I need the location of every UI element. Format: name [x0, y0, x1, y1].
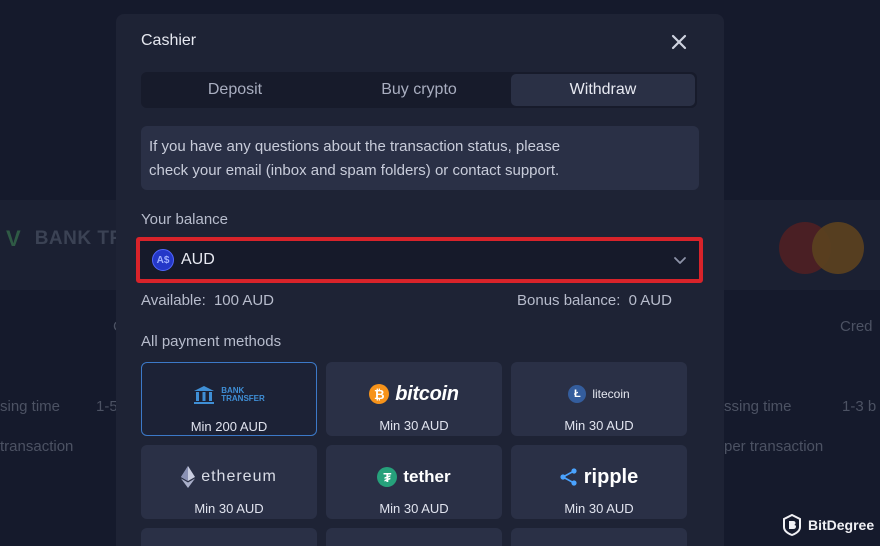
method-min-amount: Min 30 AUD: [379, 418, 449, 433]
method-min-amount: Min 30 AUD: [379, 501, 449, 516]
tether-logo: ₮ tether: [326, 459, 502, 495]
available-balance: Available: 100 AUD: [141, 292, 274, 309]
bitdegree-logo-icon: [783, 514, 801, 536]
currency-select-value: AUD: [181, 251, 215, 268]
ethereum-logo-text: ethereum: [201, 468, 277, 485]
method-min-amount: Min 200 AUD: [190, 419, 268, 434]
background-text: 1-5: [96, 398, 118, 415]
bank-transfer-logo: BANK TRANSFER: [142, 377, 316, 413]
cashier-modal: Cashier Deposit Buy crypto Withdraw If y…: [116, 14, 724, 546]
method-card-partial[interactable]: [141, 528, 317, 546]
tab-deposit[interactable]: Deposit: [143, 74, 327, 106]
method-card-bank-transfer[interactable]: BANK TRANSFER Min 200 AUD: [141, 362, 317, 436]
modal-title: Cashier: [141, 32, 197, 49]
aud-currency-icon: A$: [152, 249, 174, 271]
bitcoin-icon: ₿: [369, 384, 390, 404]
close-icon: [671, 34, 687, 50]
chevron-down-icon: [674, 257, 686, 264]
info-line-1: If you have any questions about the tran…: [149, 138, 561, 155]
background-text: per transaction: [724, 438, 824, 455]
bitcoin-logo: ₿ bitcoin: [326, 376, 502, 412]
tether-icon: ₮: [377, 467, 398, 487]
payment-methods-label: All payment methods: [141, 333, 282, 350]
background-text: transaction: [0, 438, 74, 455]
ripple-logo: ripple: [511, 459, 687, 495]
method-card-litecoin[interactable]: Ł litecoin Min 30 AUD: [511, 362, 687, 436]
bank-logo-line-2: TRANSFER: [221, 394, 265, 403]
cashier-tabs: Deposit Buy crypto Withdraw: [141, 72, 697, 108]
bonus-balance: Bonus balance: 0 AUD: [517, 292, 672, 309]
background-text: 1-3 b: [842, 398, 877, 415]
background-text: sing time: [0, 398, 61, 415]
ethereum-icon: [181, 466, 196, 488]
tab-buy-crypto[interactable]: Buy crypto: [327, 74, 511, 106]
method-card-partial[interactable]: [511, 528, 687, 546]
close-button[interactable]: [667, 30, 691, 54]
method-card-partial[interactable]: [326, 528, 502, 546]
watermark-text: BitDegree: [808, 517, 875, 533]
available-value: 100 AUD: [213, 292, 274, 309]
litecoin-logo: Ł litecoin: [511, 376, 687, 412]
method-min-amount: Min 30 AUD: [194, 501, 264, 516]
balance-label: Your balance: [141, 211, 229, 228]
available-label: Available:: [141, 292, 206, 309]
ethereum-logo: ethereum: [141, 459, 317, 495]
mastercard-logo: [779, 222, 865, 274]
bitcoin-logo-text: bitcoin: [395, 382, 459, 405]
bitdegree-watermark: BitDegree: [782, 514, 874, 536]
method-min-amount: Min 30 AUD: [564, 418, 634, 433]
bank-v-icon: V: [6, 226, 21, 251]
transaction-info-notice: If you have any questions about the tran…: [141, 126, 699, 190]
method-min-amount: Min 30 AUD: [564, 501, 634, 516]
bank-icon: [194, 386, 215, 404]
tether-logo-text: tether: [403, 467, 451, 486]
currency-select[interactable]: A$ AUD: [140, 241, 699, 279]
bonus-label: Bonus balance:: [517, 292, 621, 309]
litecoin-icon: Ł: [568, 385, 587, 403]
ripple-logo-text: ripple: [583, 465, 639, 488]
info-line-2: check your email (inbox and spam folders…: [149, 162, 560, 179]
balance-select-highlight: A$ AUD: [136, 237, 703, 283]
ripple-icon: [560, 468, 577, 486]
bonus-value: 0 AUD: [628, 292, 672, 309]
method-card-bitcoin[interactable]: ₿ bitcoin Min 30 AUD: [326, 362, 502, 436]
background-text: ssing time: [724, 398, 792, 415]
method-card-ripple[interactable]: ripple Min 30 AUD: [511, 445, 687, 519]
tab-withdraw[interactable]: Withdraw: [511, 74, 695, 106]
background-text: Cred: [840, 318, 873, 335]
method-card-ethereum[interactable]: ethereum Min 30 AUD: [141, 445, 317, 519]
method-card-tether[interactable]: ₮ tether Min 30 AUD: [326, 445, 502, 519]
litecoin-logo-text: litecoin: [592, 387, 630, 401]
